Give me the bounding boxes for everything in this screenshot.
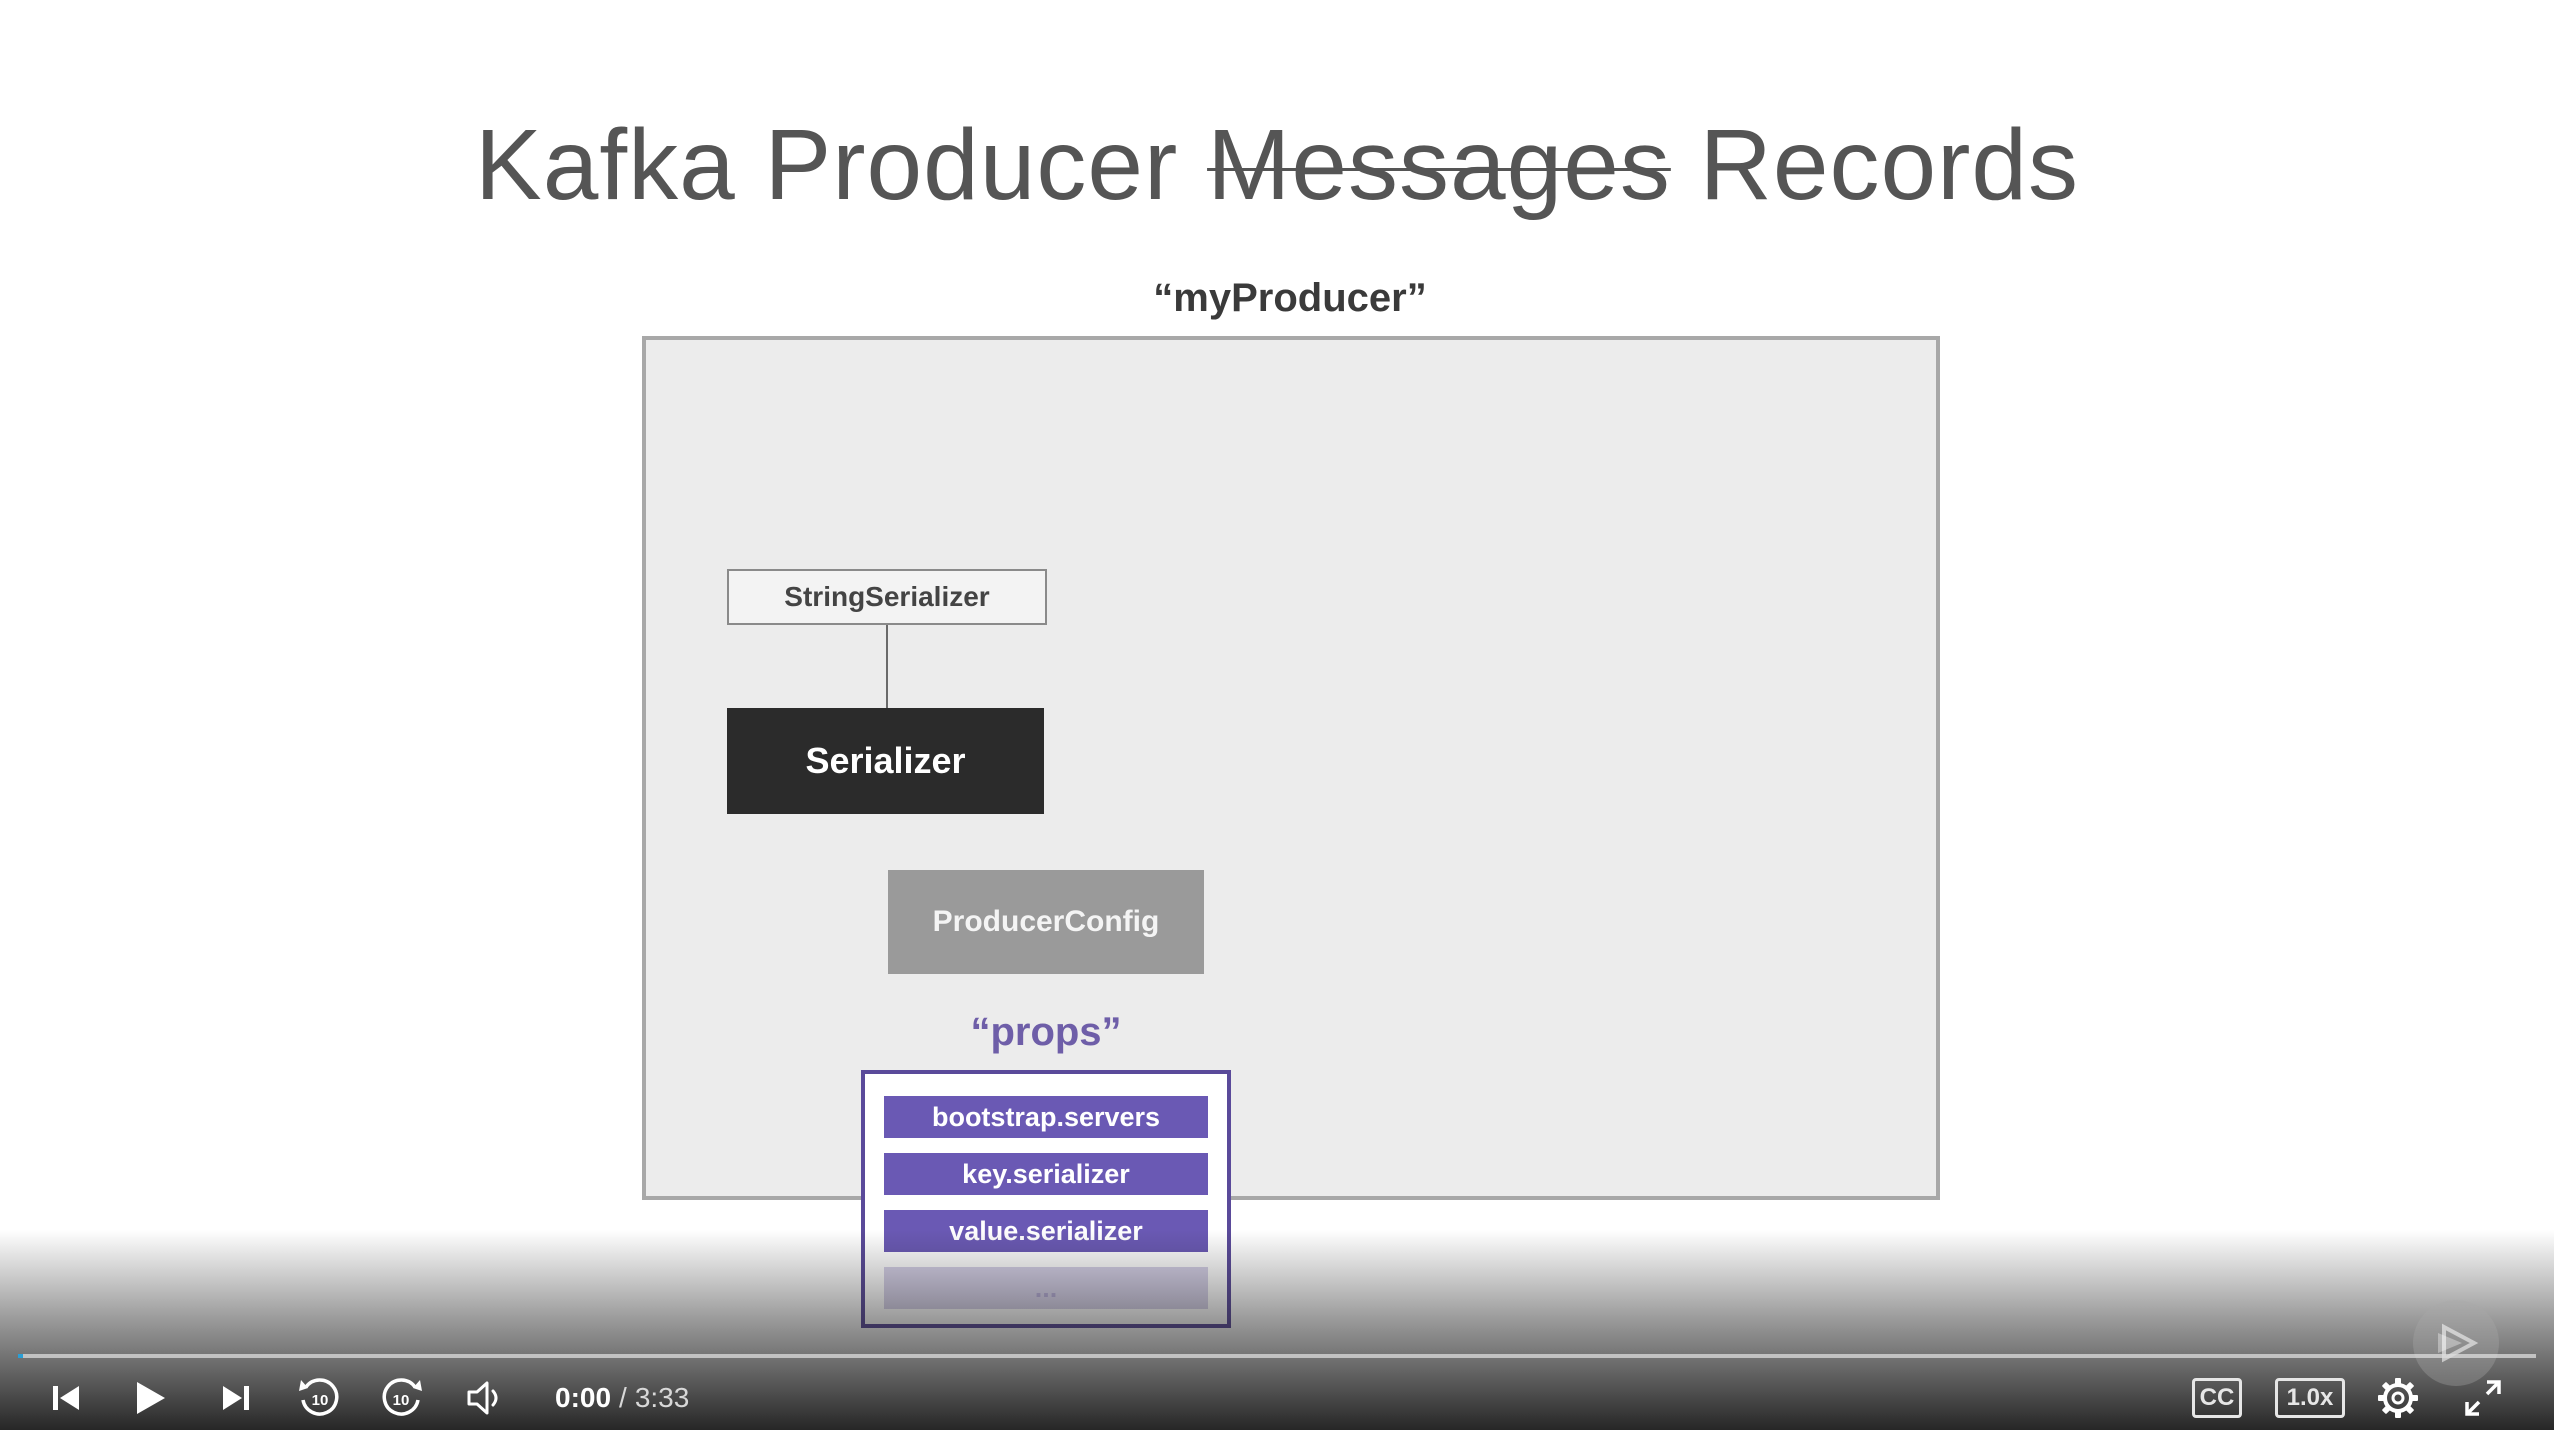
time-display: 0:00 / 3:33 xyxy=(555,1378,689,1418)
skip-next-icon[interactable] xyxy=(214,1372,258,1424)
gear-icon[interactable] xyxy=(2370,1372,2426,1424)
props-item-key-serializer: key.serializer xyxy=(884,1153,1208,1195)
volume-icon[interactable] xyxy=(460,1372,512,1424)
duration: 3:33 xyxy=(634,1382,690,1413)
props-item-bootstrap-servers: bootstrap.servers xyxy=(884,1096,1208,1138)
props-item-more: ... xyxy=(884,1267,1208,1309)
time-separator: / xyxy=(619,1382,627,1413)
progress-bar[interactable] xyxy=(18,1354,2536,1358)
cc-button[interactable]: CC xyxy=(2192,1378,2242,1418)
producer-label: “myProducer” xyxy=(1153,276,1427,320)
fullscreen-icon[interactable] xyxy=(2455,1372,2511,1424)
current-time: 0:00 xyxy=(555,1382,612,1413)
title-part-records: Records xyxy=(1699,109,2079,221)
serializer-box: Serializer xyxy=(727,708,1044,814)
producer-config-box: ProducerConfig xyxy=(888,870,1204,974)
play-icon[interactable] xyxy=(128,1372,172,1424)
title-part-kafka-producer: Kafka Producer xyxy=(475,109,1179,221)
props-item-value-serializer: value.serializer xyxy=(884,1210,1208,1252)
props-label: “props” xyxy=(970,1010,1122,1054)
slide-title: Kafka Producer Messages Records xyxy=(0,108,2554,223)
title-struck-word: Messages xyxy=(1207,109,1671,221)
forward-10-icon[interactable]: 10 xyxy=(375,1372,429,1424)
svg-text:10: 10 xyxy=(393,1392,410,1409)
props-box: bootstrap.servers key.serializer value.s… xyxy=(861,1070,1231,1328)
string-serializer-box: StringSerializer xyxy=(727,569,1047,625)
video-player: Kafka Producer Messages Records “myProdu… xyxy=(0,0,2554,1430)
speed-button[interactable]: 1.0x xyxy=(2275,1378,2345,1418)
connector-line xyxy=(886,625,888,708)
svg-text:10: 10 xyxy=(312,1392,329,1409)
skip-previous-icon[interactable] xyxy=(44,1372,88,1424)
rewind-10-icon[interactable]: 10 xyxy=(292,1372,346,1424)
progress-fill xyxy=(18,1354,24,1358)
